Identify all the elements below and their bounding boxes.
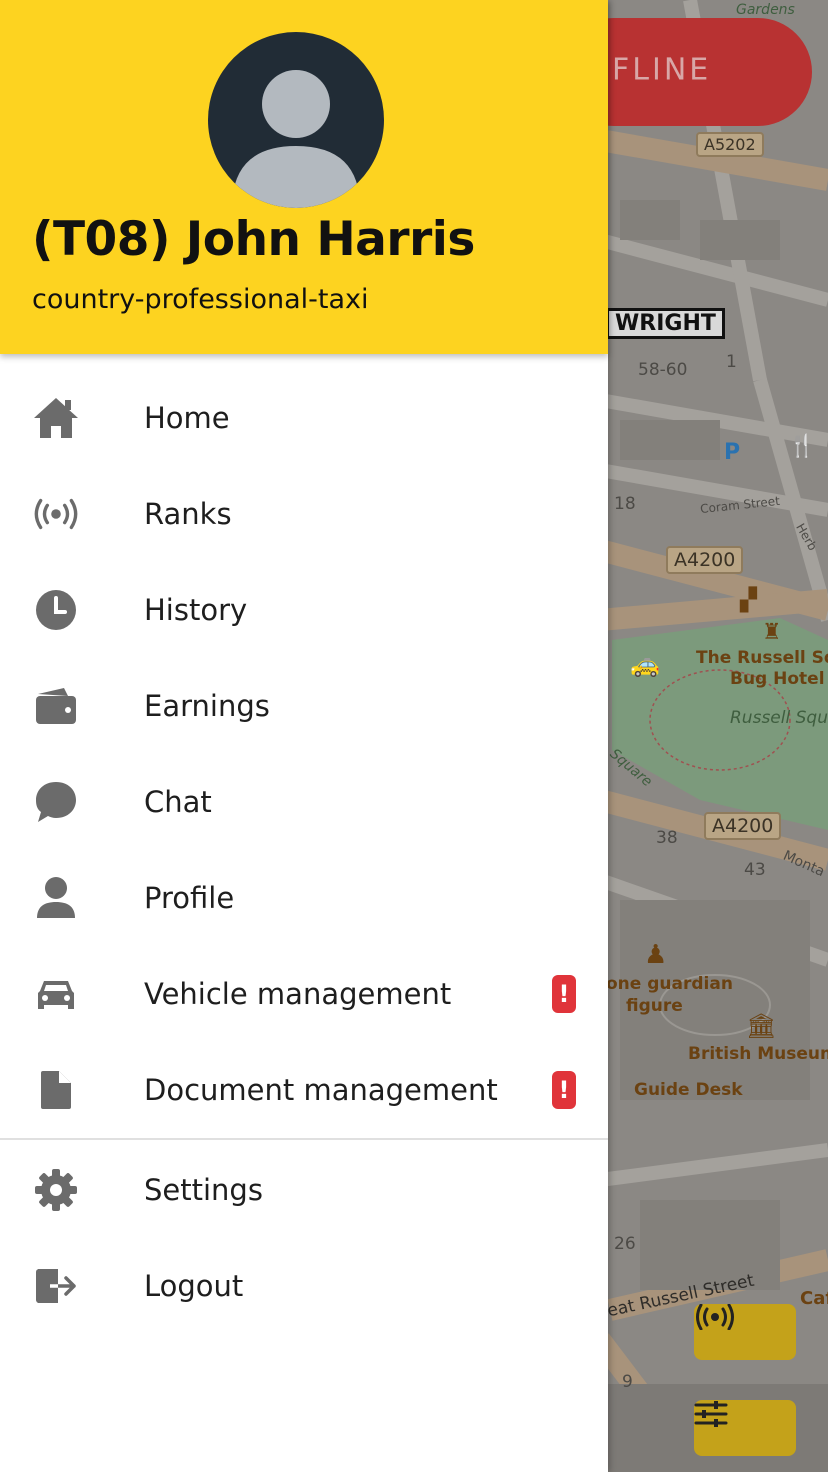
ranks-map-button[interactable] [694,1304,796,1360]
menu-divider [0,1138,608,1140]
menu-item-home[interactable]: Home [0,370,608,466]
menu-item-label: History [144,593,248,627]
map-road-shield: A5202 [696,132,764,157]
map-taxi-icon: 🚕 [630,650,660,678]
map-statue-icon: ♜ [762,620,782,645]
map-parking-label: P [724,440,741,465]
map-house-number: 26 [614,1234,636,1254]
map-monument-icon: ♟ [644,940,668,970]
navigation-drawer: (T08) John Harris country-professional-t… [0,0,608,1472]
menu-item-history[interactable]: History [0,562,608,658]
map-road-shield: A4200 [666,546,744,574]
map-road-shield: A4200 [704,812,782,840]
map-landmark-icon: ▞ [740,588,757,613]
menu-item-label: Logout [144,1269,244,1303]
driver-name: (T08) John Harris [32,212,475,267]
person-icon [32,876,80,920]
menu-item-document-management[interactable]: Document management ! [0,1042,608,1138]
map-label-wright: WRIGHT [606,308,725,339]
menu-item-label: Vehicle management [144,977,452,1011]
map-poi-label: Caf [800,1288,828,1309]
menu-item-chat[interactable]: Chat [0,754,608,850]
menu-item-label: Ranks [144,497,232,531]
chat-icon [32,780,80,824]
broadcast-icon [32,492,80,536]
menu-item-vehicle-management[interactable]: Vehicle management ! [0,946,608,1042]
menu-item-profile[interactable]: Profile [0,850,608,946]
clock-icon [32,588,80,632]
alert-badge: ! [552,975,576,1013]
avatar-person-icon [232,70,360,208]
avatar[interactable] [208,32,384,208]
map-house-number: 1 [726,352,737,372]
menu-item-label: Home [144,401,230,435]
map-house-number: 43 [744,860,766,880]
offline-status-label: FLINE [612,52,712,88]
drawer-header: (T08) John Harris country-professional-t… [0,0,608,354]
menu-item-settings[interactable]: Settings [0,1142,608,1238]
gear-icon [32,1168,80,1212]
menu-item-label: Profile [144,881,235,915]
map-restaurant-icon: 🍴 [788,434,816,459]
menu-item-earnings[interactable]: Earnings [0,658,608,754]
logout-icon [32,1264,80,1308]
map-poi-label: The Russell Squa [696,648,828,668]
company-name: country-professional-taxi [32,284,369,315]
menu-item-label: Document management [144,1073,498,1107]
drawer-menu: Home Ranks History Earnings Chat Profile… [0,370,608,1334]
map-poi-label: one guardian [606,974,733,994]
map-poi-label: figure [626,996,683,1016]
alert-badge: ! [552,1071,576,1109]
menu-item-label: Settings [144,1173,263,1207]
map-poi-label: British Museum [688,1044,828,1064]
map-house-number: 18 [614,494,636,514]
menu-item-label: Earnings [144,689,270,723]
map-museum-icon: 🏛 [746,1012,777,1040]
document-icon [32,1068,80,1112]
car-icon [32,972,80,1016]
sliders-icon [694,1401,728,1427]
home-icon [32,396,80,440]
menu-item-ranks[interactable]: Ranks [0,466,608,562]
map-house-number: 38 [656,828,678,848]
broadcast-icon [696,1304,734,1330]
map-poi-label: Bug Hotel [730,669,825,689]
filters-map-button[interactable] [694,1400,796,1456]
map-house-number: 58-60 [638,360,688,380]
wallet-icon [32,684,80,728]
map-label-gardens: Gardens [736,2,795,18]
drawer-secondary-menu: Settings Logout [0,1142,608,1334]
map-house-number: 9 [622,1372,633,1392]
menu-item-label: Chat [144,785,212,819]
map-park-label: Russell Squa [730,708,828,728]
menu-item-logout[interactable]: Logout [0,1238,608,1334]
map-poi-label: Guide Desk [634,1080,743,1100]
